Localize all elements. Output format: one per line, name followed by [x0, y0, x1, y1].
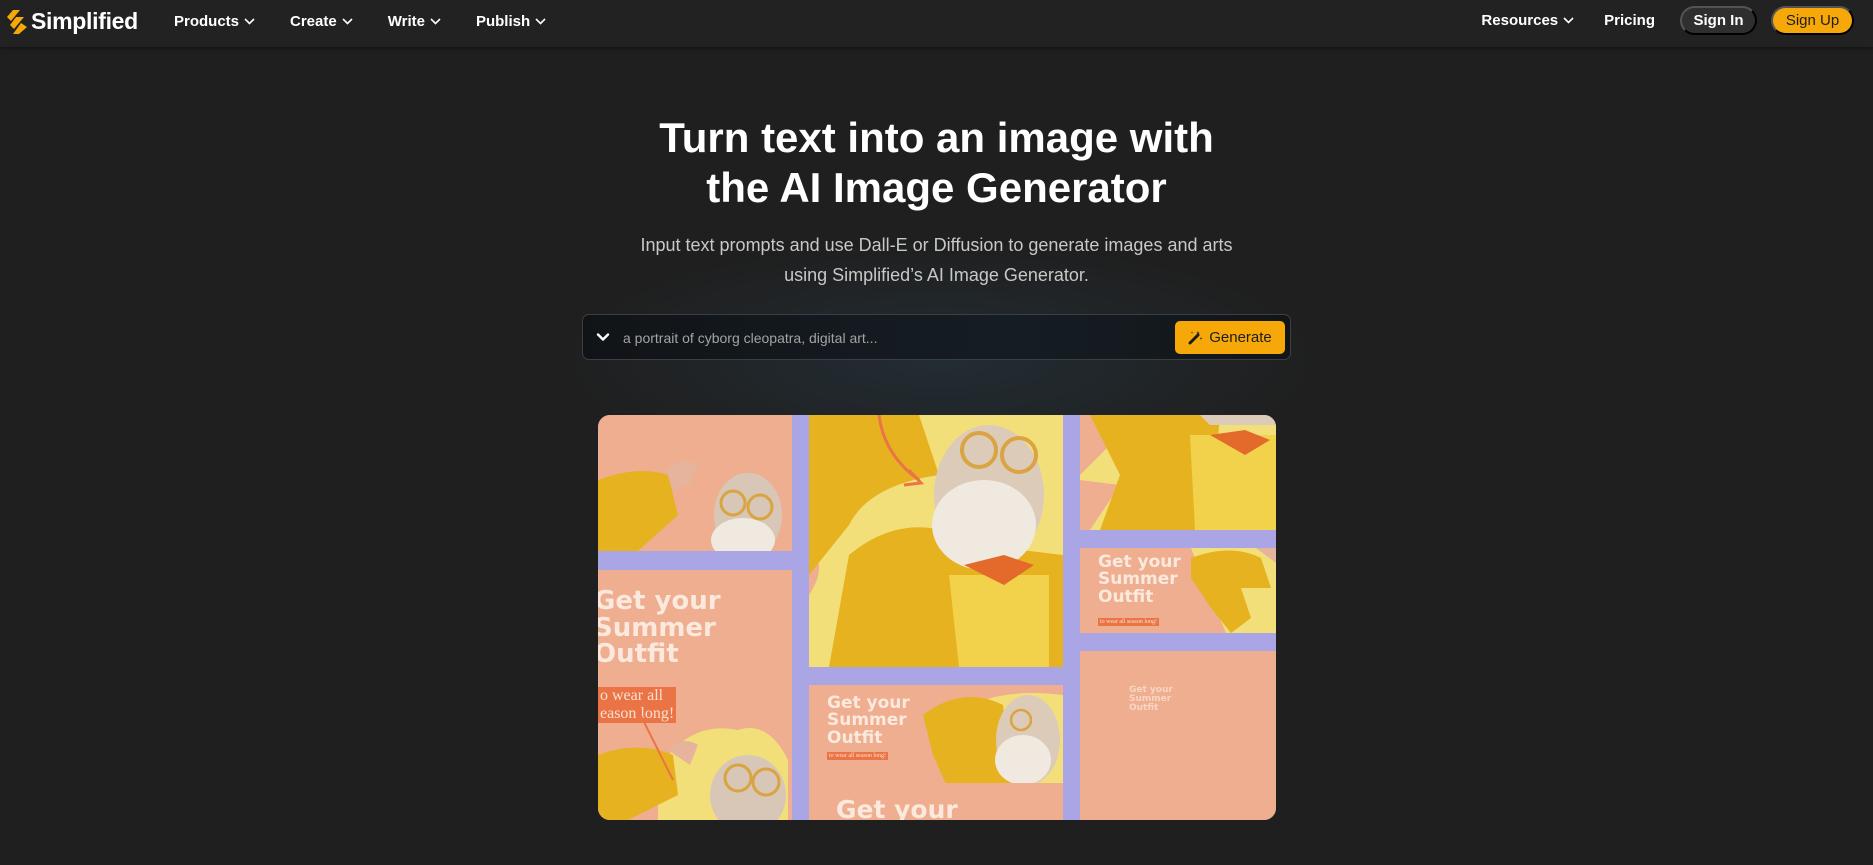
- sign-in-button[interactable]: Sign In: [1680, 6, 1757, 35]
- promo-bottom-partial-text: Get your: [836, 795, 958, 820]
- nav-products[interactable]: Products: [174, 13, 255, 30]
- promo-line-3: Outfit: [1129, 703, 1159, 714]
- page-title: Turn text into an image with the AI Imag…: [0, 113, 1873, 213]
- bearded-man-figure: [1080, 415, 1276, 530]
- promo-line-3: Outfit: [827, 727, 883, 748]
- collage-tile-portrait-right: [1080, 415, 1276, 530]
- magic-wand-icon: [1188, 331, 1203, 345]
- collage-tile-portrait-top-left: [598, 415, 792, 551]
- nav-products-label: Products: [174, 12, 240, 30]
- promo-headline: Get your Summer Outfit: [827, 694, 910, 748]
- nav-actions: Resources Pricing Sign In Sign Up: [1481, 6, 1854, 35]
- collage-tile-portrait-center: [809, 415, 1063, 667]
- brand-logo[interactable]: Simplified: [6, 8, 138, 35]
- chevron-down-icon: [244, 17, 255, 25]
- nav-write[interactable]: Write: [388, 13, 441, 30]
- promo-line-2: Summer: [598, 612, 716, 643]
- prompt-bar: Generate: [582, 314, 1291, 360]
- generate-button-label: Generate: [1209, 329, 1272, 346]
- promo-tag-small: to wear all season long!: [827, 752, 888, 760]
- showcase-collage-image: Get your Summer Outfit o wear all eason …: [598, 415, 1276, 820]
- page-subtitle: Input text prompts and use Dall-E or Dif…: [0, 230, 1873, 290]
- nav-write-label: Write: [387, 12, 425, 30]
- generate-button[interactable]: Generate: [1175, 321, 1285, 354]
- bearded-man-figure: [598, 461, 782, 551]
- chevron-down-icon: [430, 17, 441, 25]
- page-subtitle-line2: using Simplified’s AI Image Generator.: [784, 265, 1089, 285]
- bearded-man-figure: [598, 710, 788, 820]
- promo-tag-small: to wear all season long!: [1098, 618, 1159, 626]
- collage-tile-blank-right: Get your Summer Outfit: [1080, 651, 1276, 820]
- promo-line-3: Outfit: [1098, 586, 1154, 607]
- page-title-line1: Turn text into an image with: [659, 114, 1214, 161]
- nav-create-label: Create: [290, 12, 337, 30]
- collage-tile-promo-right: Get your Summer Outfit to wear all seaso…: [1080, 548, 1276, 633]
- nav-publish[interactable]: Publish: [476, 13, 546, 30]
- sign-up-button[interactable]: Sign Up: [1771, 6, 1854, 35]
- bearded-man-figure: [809, 415, 1063, 667]
- promo-headline: Get your Summer Outfit: [1129, 685, 1173, 714]
- promo-line-3: Outfit: [598, 639, 679, 670]
- nav-resources[interactable]: Resources: [1481, 12, 1574, 29]
- simplified-logo-icon: [7, 9, 27, 34]
- collage-tile-promo-left: Get your Summer Outfit o wear all eason …: [598, 570, 792, 820]
- main-menu: Products Create Write Publish: [174, 0, 581, 42]
- top-navigation: Simplified Products Create Write Publish…: [0, 0, 1873, 47]
- nav-resources-label: Resources: [1481, 12, 1559, 29]
- bearded-man-figure: [1191, 548, 1276, 633]
- chevron-down-icon: [342, 17, 353, 25]
- nav-pricing-link[interactable]: Pricing: [1604, 12, 1655, 29]
- page-title-line2: the AI Image Generator: [706, 164, 1167, 211]
- brand-name: Simplified: [31, 8, 138, 34]
- nav-publish-label: Publish: [475, 12, 531, 30]
- collage-tile-promo-bottom: Get your: [809, 783, 1063, 820]
- chevron-down-icon[interactable]: [595, 329, 611, 345]
- nav-create[interactable]: Create: [290, 13, 353, 30]
- promo-headline: Get your Summer Outfit: [598, 588, 721, 668]
- page-subtitle-line1: Input text prompts and use Dall-E or Dif…: [640, 235, 1233, 255]
- chevron-down-icon: [1563, 17, 1574, 24]
- promo-line-1: Get your: [598, 586, 721, 616]
- chevron-down-icon: [535, 17, 546, 25]
- promo-headline: Get your Summer Outfit: [1098, 553, 1181, 607]
- prompt-input[interactable]: [623, 323, 1143, 353]
- promo-tag-line-1: o wear all: [600, 687, 664, 704]
